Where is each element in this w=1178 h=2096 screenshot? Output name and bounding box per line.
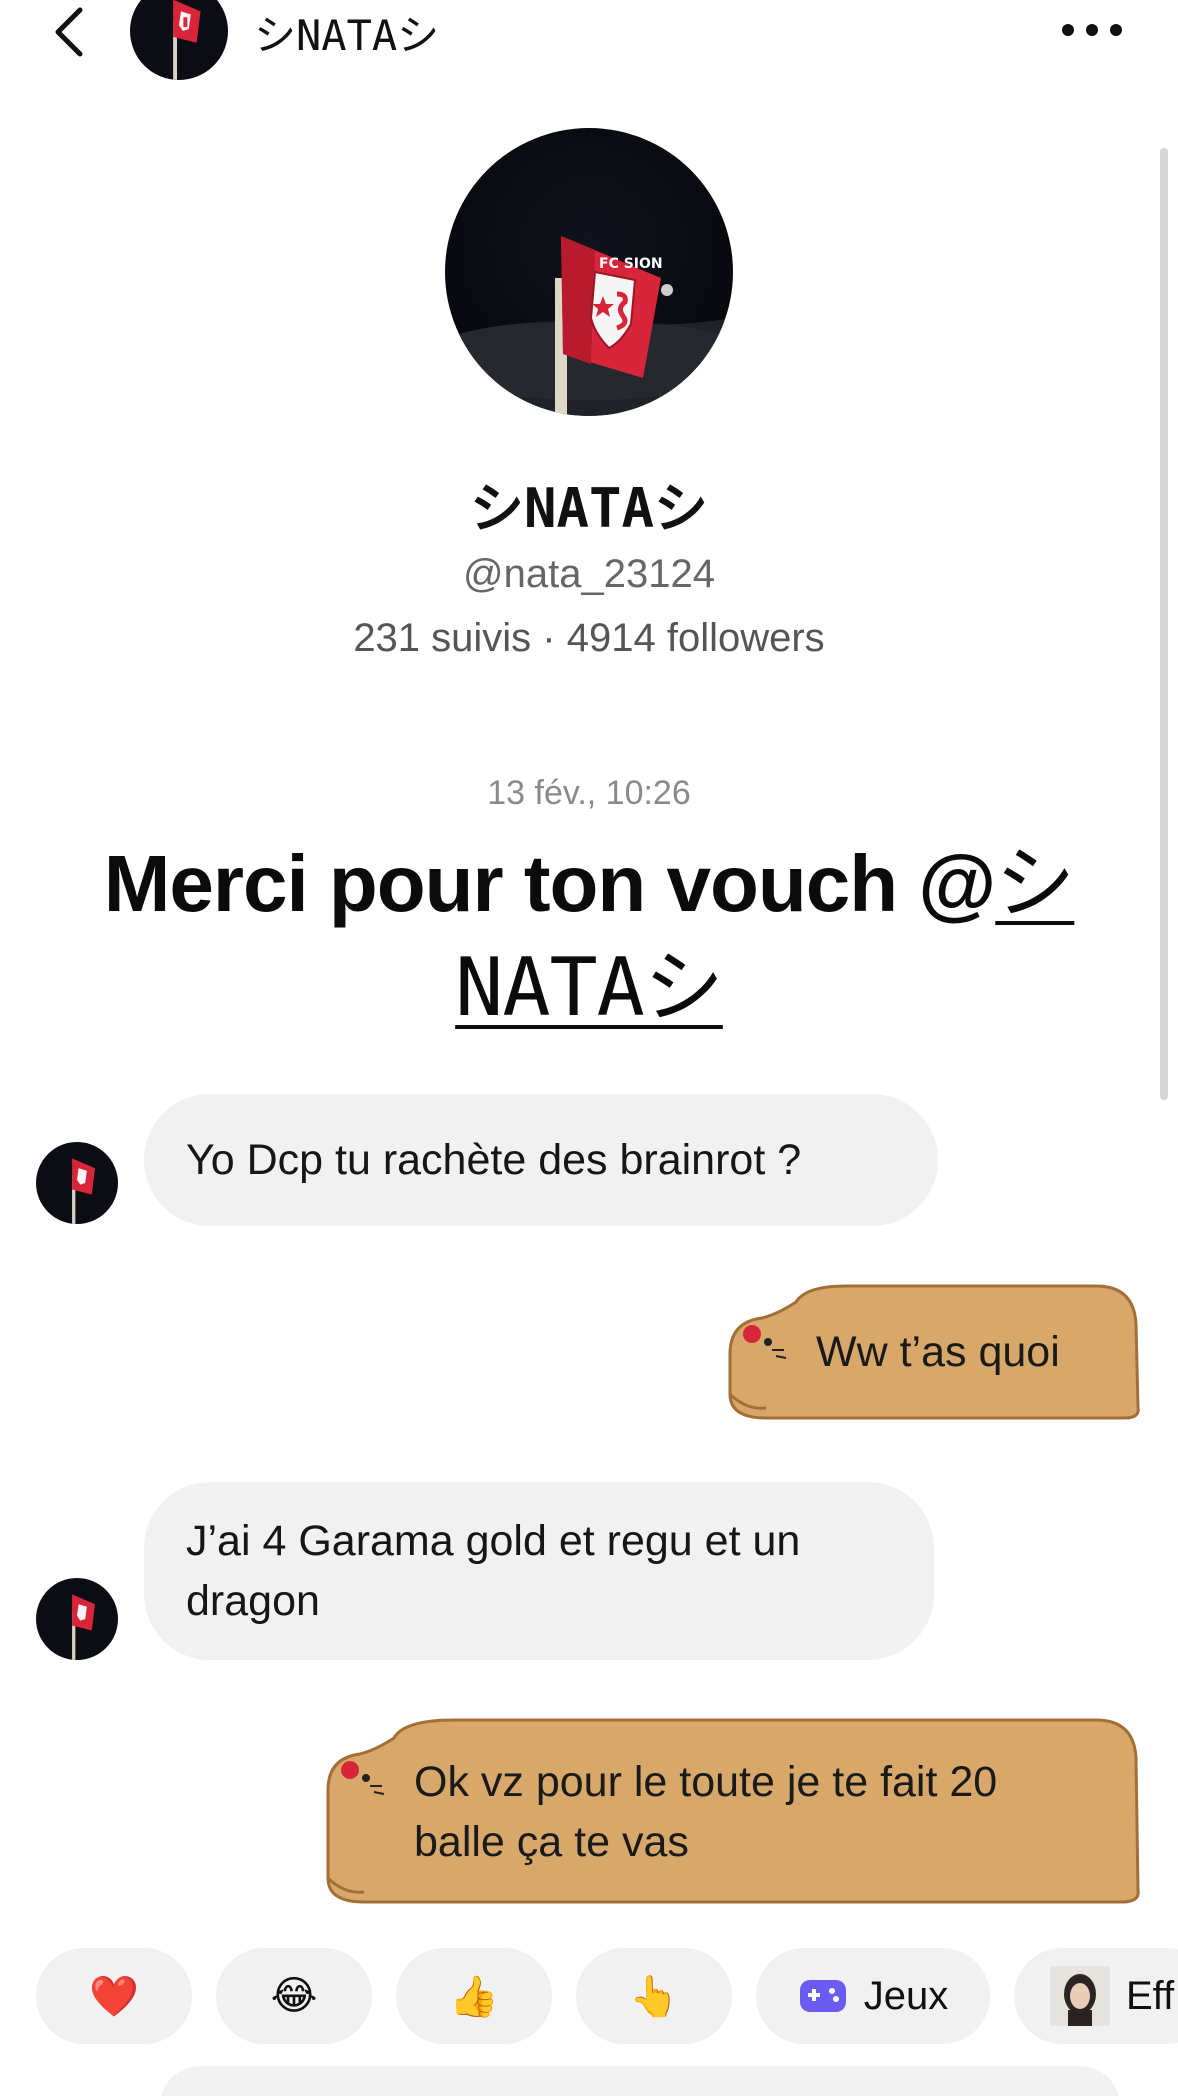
pointing-up-icon: 👆 [629, 1974, 679, 2019]
games-label: Jeux [863, 1973, 949, 2018]
message-bubble-outgoing[interactable]: Ww t’as quoi [726, 1284, 1140, 1420]
effects-label: Eff [1126, 1973, 1175, 2018]
message-bubble-outgoing[interactable]: Ok vz pour le toute je te fait 20 balle … [324, 1718, 1140, 1904]
chat-header: シNATAシ [0, 0, 1178, 80]
message-text-line: dragon [186, 1577, 320, 1625]
portrait-thumbnail [1050, 1966, 1110, 2026]
message-text-line: J’ai 4 Garama gold et regu et un [186, 1517, 801, 1565]
thumbs-up-icon: 👍 [449, 1974, 499, 2019]
quick-reply-bar: ❤️ 😂 👍 👆 Jeux Eff [0, 1948, 1178, 2044]
dot-icon [1086, 24, 1098, 36]
header-username[interactable]: シNATAシ [254, 2, 439, 63]
effects-button[interactable]: Eff [1014, 1948, 1178, 2044]
dot-icon [1110, 24, 1122, 36]
dot-icon [1062, 24, 1074, 36]
more-options-button[interactable] [1056, 10, 1128, 50]
message-input-field[interactable] [160, 2066, 1120, 2096]
quick-reply-heart[interactable]: ❤️ [36, 1948, 192, 2044]
flag-avatar-image [130, 0, 228, 80]
message-timestamp: 13 fév., 10:26 [487, 774, 691, 812]
profile-avatar[interactable]: FC SION [445, 128, 733, 416]
gamepad-icon [799, 1980, 846, 2012]
flag-avatar-image: FC SION [445, 128, 733, 416]
quick-reply-laugh[interactable]: 😂 [216, 1948, 372, 2044]
profile-stats: 231 suivis · 4914 followers [353, 616, 825, 660]
sender-avatar[interactable] [36, 1578, 118, 1660]
message-bubble-incoming[interactable]: Yo Dcp tu rachète des brainrot ? [144, 1094, 938, 1226]
header-avatar[interactable] [130, 0, 228, 80]
laughing-face-icon: 😂 [270, 1974, 318, 2018]
games-button[interactable]: Jeux [756, 1948, 990, 2044]
sender-avatar[interactable] [36, 1142, 118, 1224]
profile-name: シNATAシ [469, 477, 709, 540]
flag-avatar-image [36, 1142, 118, 1224]
headline-text: Merci pour ton vouch @ [103, 839, 997, 928]
message-bubble-incoming[interactable]: J’ai 4 Garama gold et regu et un dragon [144, 1482, 934, 1660]
svg-text:FC SION: FC SION [599, 256, 663, 272]
vouch-headline: Merci pour ton vouch @シNATAシ [60, 832, 1118, 1040]
flag-avatar-image [36, 1578, 118, 1660]
message-text: Yo Dcp tu rachète des brainrot ? [186, 1136, 802, 1184]
message-text: Ww t’as quoi [816, 1328, 1060, 1376]
message-text-line: balle ça te vas [414, 1818, 689, 1866]
message-text-line: Ok vz pour le toute je te fait 20 [414, 1758, 998, 1806]
chat-screen: シNATAシ FC SION シNATAシ @nata_23124 231 su… [0, 0, 1178, 2096]
profile-handle: @nata_23124 [463, 552, 715, 596]
quick-reply-thumbs-up[interactable]: 👍 [396, 1948, 552, 2044]
heart-icon: ❤️ [89, 1974, 139, 2019]
back-button[interactable] [40, 0, 100, 64]
chevron-left-icon [55, 7, 83, 57]
quick-reply-point-up[interactable]: 👆 [576, 1948, 732, 2044]
